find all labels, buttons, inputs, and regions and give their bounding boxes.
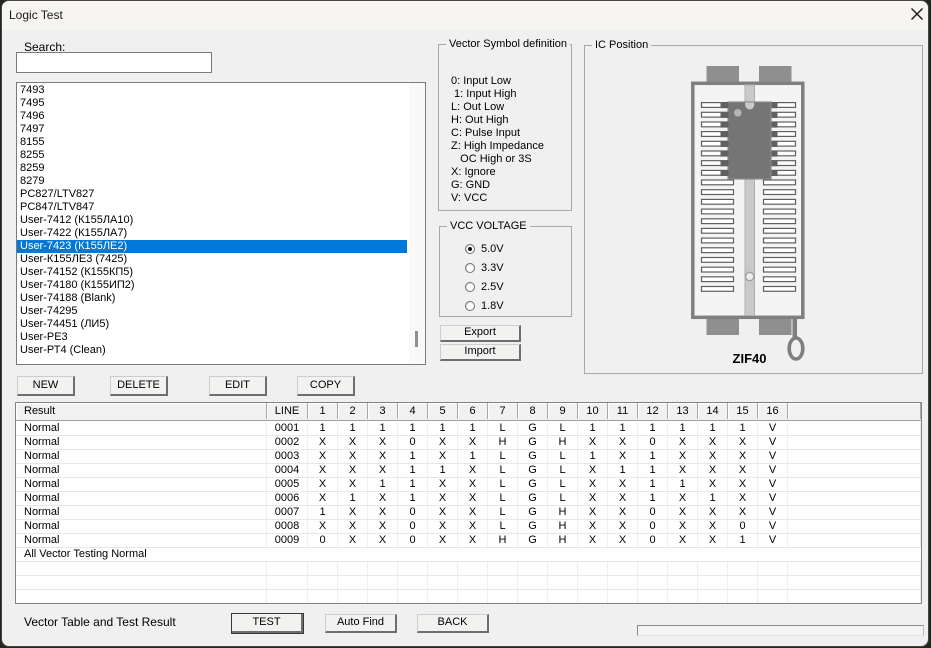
- svg-text:ZIF40: ZIF40: [733, 351, 767, 366]
